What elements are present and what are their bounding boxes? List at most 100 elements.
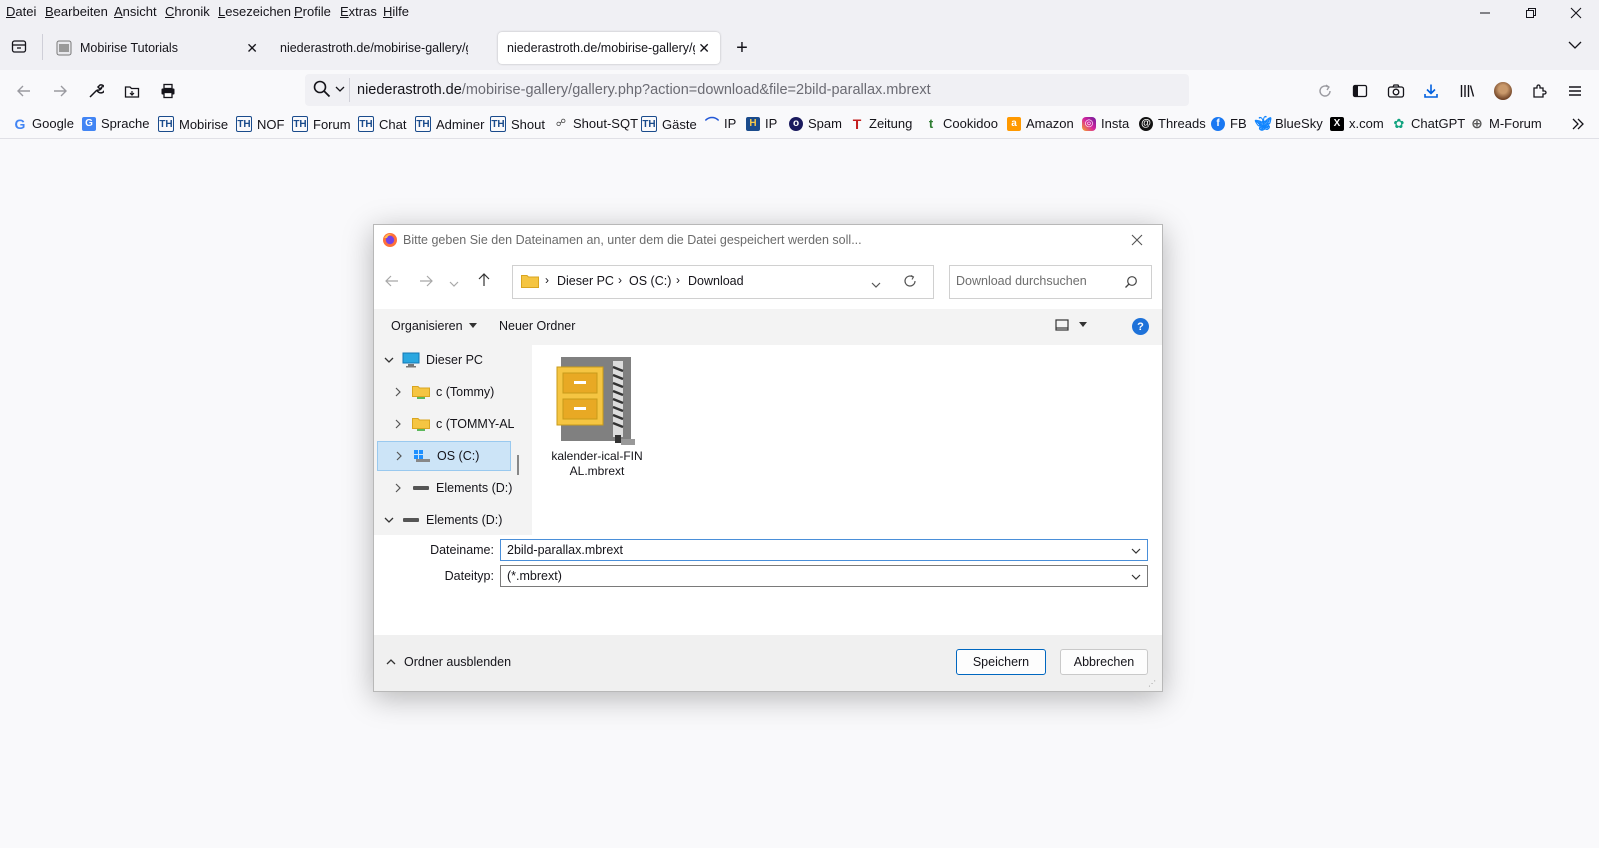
navigation-bar: niederastroth.de/mobirise-gallery/galler… (0, 70, 1599, 112)
reload-button[interactable] (1309, 70, 1341, 112)
breadcrumb-separator: › (545, 273, 549, 287)
app-menu-button[interactable] (1559, 70, 1591, 112)
filetype-select[interactable]: (*.mbrext) (500, 565, 1148, 587)
bookmark-x[interactable]: Xx.com (1330, 116, 1384, 131)
menu-lesezeichen[interactable]: Lesezeichen (218, 4, 291, 19)
bookmark-sprache[interactable]: G Sprache (82, 116, 149, 131)
drive-icon (403, 518, 419, 522)
folder-search-box[interactable]: Download durchsuchen (949, 265, 1152, 299)
scrollbar-thumb[interactable] (517, 455, 519, 475)
tree-item-os-c[interactable]: OS (C:) (377, 441, 511, 471)
breadcrumb-os-c[interactable]: OS (C:) (629, 274, 671, 288)
forward-button[interactable] (44, 70, 76, 112)
menu-bearbeiten[interactable]: Bearbeiten (45, 4, 108, 19)
forward-arrow-icon (420, 275, 433, 287)
tab-mobirise-tutorials[interactable]: Mobirise Tutorials ✕ (48, 32, 268, 64)
chevron-down-icon (335, 86, 345, 92)
dialog-up-button[interactable] (476, 272, 492, 291)
dialog-close-button[interactable] (1124, 229, 1150, 251)
new-tab-button[interactable]: + (728, 34, 756, 62)
new-folder-button[interactable]: Neuer Ordner (499, 319, 575, 333)
tree-item-elements-d[interactable]: Elements (D:) (374, 473, 512, 503)
view-options-button[interactable] (1055, 319, 1087, 331)
chevron-down-icon (1568, 41, 1582, 49)
bookmarks-overflow-button[interactable] (1571, 117, 1585, 134)
bookmark-mobirise[interactable]: TH Mobirise (158, 116, 228, 132)
screenshot-button[interactable] (1380, 70, 1412, 112)
bookmark-insta[interactable]: ◎ Insta (1082, 116, 1129, 131)
navigation-pane-scrollbar[interactable] (514, 345, 532, 535)
bookmark-zeitung[interactable]: T Zeitung (850, 116, 913, 132)
bookmark-adminer[interactable]: TH Adminer (415, 116, 484, 132)
tree-item-c-tommy-al[interactable]: c (TOMMY-AL (374, 409, 514, 439)
bookmark-google[interactable]: G Google (13, 116, 74, 132)
bookmark-amazon[interactable]: a Amazon (1007, 116, 1074, 131)
breadcrumb-dieser-pc[interactable]: Dieser PC (557, 274, 614, 288)
tab-close-icon[interactable]: ✕ (246, 40, 258, 56)
menu-profile[interactable]: Profile (294, 4, 331, 19)
restore-button[interactable] (1508, 0, 1554, 26)
save-button[interactable]: Speichern (956, 649, 1046, 675)
file-item[interactable]: kalender-ical-FIN AL.mbrext (547, 355, 647, 485)
bookmark-nof[interactable]: TH NOF (236, 116, 284, 132)
bookmark-shout[interactable]: TH Shout (490, 116, 545, 132)
dialog-recent-button[interactable] (449, 276, 459, 291)
bookmark-shout-sqt[interactable]: ☍ Shout-SQT (554, 116, 638, 131)
tree-item-dieser-pc[interactable]: Dieser PC (374, 345, 483, 375)
file-name: kalender-ical-FIN AL.mbrext (551, 449, 643, 478)
address-history-button[interactable] (871, 277, 881, 292)
bookmark-cookidoo[interactable]: t Cookidoo (924, 116, 998, 131)
tree-item-elements-d-expanded[interactable]: Elements (D:) (374, 505, 502, 535)
tab-gallery-active[interactable]: niederastroth.de/mobirise-gallery/g ✕ (498, 32, 720, 64)
list-all-tabs-button[interactable] (1568, 38, 1582, 53)
bookmark-chat[interactable]: TH Chat (358, 116, 406, 132)
print-button[interactable] (152, 70, 184, 112)
sidebar-button[interactable] (1344, 70, 1376, 112)
filename-field[interactable]: 2bild-parallax.mbrext (500, 539, 1148, 561)
caret-down-icon (468, 323, 477, 328)
bookmark-m-forum[interactable]: ⊕ M-Forum (1470, 115, 1542, 131)
help-button[interactable]: ? (1132, 318, 1149, 335)
bookmark-chatgpt[interactable]: ✿ ChatGPT (1392, 116, 1466, 132)
search-engine-button[interactable] (313, 80, 345, 98)
tree-item-c-tommy[interactable]: c (Tommy) (374, 377, 494, 407)
bookmark-spam[interactable]: o Spam (789, 116, 842, 131)
save-page-button[interactable] (116, 70, 148, 112)
menu-extras[interactable]: Extras (340, 4, 377, 19)
cancel-button[interactable]: Abbrechen (1060, 649, 1148, 675)
menu-datei[interactable]: Datei (6, 4, 36, 19)
tab-gallery-1[interactable]: niederastroth.de/mobirise-gallery/g (272, 32, 492, 64)
bookmark-ip-2[interactable]: H IP (746, 116, 777, 131)
library-button[interactable] (1451, 70, 1483, 112)
breadcrumb-download[interactable]: Download (688, 274, 744, 288)
tools-button[interactable] (80, 70, 112, 112)
dialog-back-button[interactable] (384, 273, 400, 292)
account-button[interactable] (1487, 70, 1519, 112)
bookmark-fb[interactable]: f FB (1211, 116, 1247, 131)
bookmark-ip-1[interactable]: ⌒ IP (705, 116, 736, 132)
url-bar[interactable]: niederastroth.de/mobirise-gallery/galler… (305, 74, 1189, 106)
menu-ansicht[interactable]: Ansicht (114, 4, 157, 19)
downloads-button[interactable] (1415, 70, 1447, 112)
bookmark-forum[interactable]: TH Forum (292, 116, 351, 132)
bookmark-threads[interactable]: @ Threads (1139, 116, 1206, 131)
menu-chronik[interactable]: Chronik (165, 4, 210, 19)
organize-button[interactable]: Organisieren (391, 319, 477, 333)
filename-input[interactable]: 2bild-parallax.mbrext (507, 543, 623, 557)
address-refresh-button[interactable] (903, 274, 917, 291)
menu-hilfe[interactable]: Hilfe (383, 4, 409, 19)
close-window-button[interactable] (1553, 0, 1599, 26)
search-input[interactable]: Download durchsuchen (956, 274, 1087, 288)
dialog-forward-button[interactable] (418, 273, 434, 292)
back-button[interactable] (8, 70, 40, 112)
tab-close-icon[interactable]: ✕ (698, 40, 710, 56)
minimize-button[interactable] (1462, 0, 1508, 26)
url-text[interactable]: niederastroth.de/mobirise-gallery/galler… (357, 82, 931, 98)
resize-grip[interactable]: ⋰ (1148, 679, 1158, 689)
address-bar[interactable]: › Dieser PC › OS (C:) › Download (512, 265, 934, 299)
extensions-button[interactable] (1523, 70, 1555, 112)
bookmark-bluesky[interactable]: 🦋︎ BlueSky (1254, 115, 1323, 131)
firefox-view-button[interactable] (8, 34, 30, 58)
bookmark-gaeste[interactable]: TH Gäste (641, 116, 697, 132)
hide-folders-button[interactable]: Ordner ausblenden (386, 655, 511, 669)
